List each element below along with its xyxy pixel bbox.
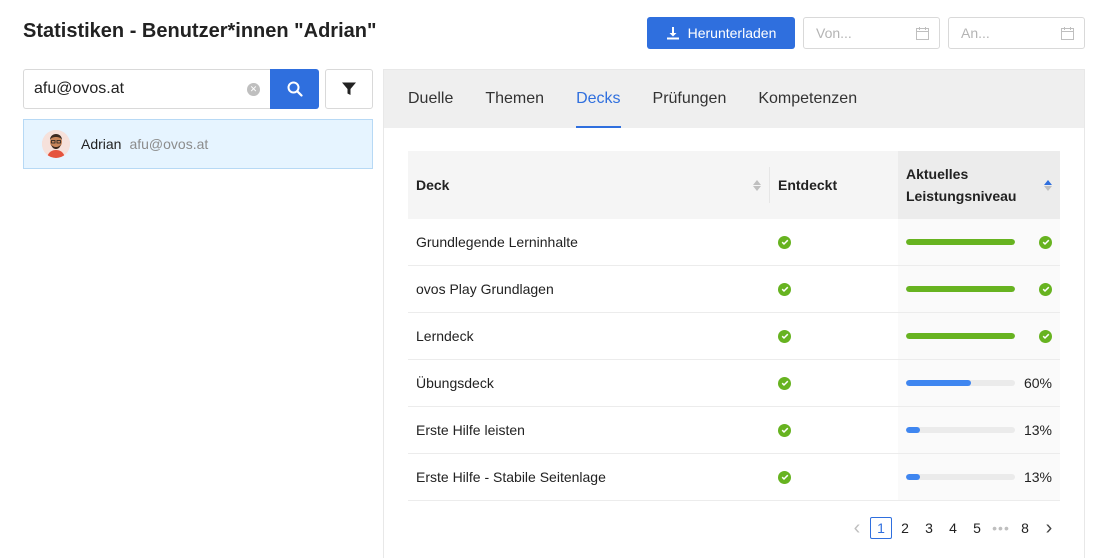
progress-bar — [906, 286, 1015, 292]
tab-themen[interactable]: Themen — [485, 70, 544, 128]
pagination: ‹ 1 2 3 4 5 ••• 8 › — [846, 517, 1060, 539]
date-to-input[interactable]: An... — [948, 17, 1085, 49]
search-icon — [287, 81, 303, 97]
check-circle-icon — [778, 470, 791, 484]
progress-bar — [906, 427, 1015, 433]
date-from-input[interactable]: Von... — [803, 17, 940, 49]
check-circle-icon — [778, 329, 791, 343]
level-cell: 13% — [898, 407, 1060, 453]
entdeckt-cell — [769, 219, 898, 265]
column-header-level-label: Aktuelles Leistungsniveau — [906, 166, 1017, 204]
table-row: Übungsdeck 60% — [408, 360, 1060, 407]
column-header-level[interactable]: Aktuelles Leistungsniveau — [898, 151, 1060, 219]
tab-kompetenzen[interactable]: Kompetenzen — [758, 70, 857, 128]
table-row: Lerndeck — [408, 313, 1060, 360]
tab-duelle[interactable]: Duelle — [408, 70, 453, 128]
column-header-deck[interactable]: Deck — [408, 151, 769, 219]
date-from-placeholder: Von... — [816, 25, 852, 41]
entdeckt-cell — [769, 407, 898, 453]
download-label: Herunterladen — [687, 25, 777, 41]
level-cell — [898, 266, 1060, 312]
pagination-prev-icon[interactable]: ‹ — [846, 517, 868, 539]
progress-fill — [906, 474, 921, 480]
table-row: Grundlegende Lerninhalte — [408, 219, 1060, 266]
deck-name: ovos Play Grundlagen — [416, 281, 554, 297]
calendar-icon — [1061, 26, 1074, 40]
user-list-item[interactable]: Adrian afu@ovos.at — [23, 119, 373, 169]
avatar — [42, 130, 70, 158]
search-field: ✕ — [23, 69, 270, 109]
pagination-page[interactable]: 1 — [870, 517, 892, 539]
table-body: Grundlegende Lerninhalte ovos Play Grundl… — [408, 219, 1060, 501]
level-cell — [898, 219, 1060, 265]
check-circle-icon — [1023, 329, 1052, 343]
search-button[interactable] — [270, 69, 319, 109]
level-cell — [898, 313, 1060, 359]
search-input[interactable] — [34, 80, 234, 98]
pagination-next-icon[interactable]: › — [1038, 517, 1060, 539]
progress-fill — [906, 380, 972, 386]
check-circle-icon — [778, 376, 791, 390]
table-row: Erste Hilfe leisten 13% — [408, 407, 1060, 454]
check-circle-icon — [778, 423, 791, 437]
tab-bar: Duelle Themen Decks Prüfungen Kompetenze… — [384, 70, 1084, 128]
pagination-page[interactable]: 4 — [942, 517, 964, 539]
level-cell: 13% — [898, 454, 1060, 500]
sort-icon[interactable] — [753, 179, 761, 191]
table-row: ovos Play Grundlagen — [408, 266, 1060, 313]
progress-bar — [906, 474, 1015, 480]
progress-bar — [906, 333, 1015, 339]
sort-icon[interactable] — [1044, 179, 1052, 191]
entdeckt-cell — [769, 454, 898, 500]
pagination-page[interactable]: 5 — [966, 517, 988, 539]
filter-button[interactable] — [325, 69, 373, 109]
check-circle-icon — [1023, 235, 1052, 249]
statistics-panel: Duelle Themen Decks Prüfungen Kompetenze… — [383, 69, 1085, 558]
tab-pruefungen[interactable]: Prüfungen — [653, 70, 727, 128]
deck-name: Lerndeck — [416, 328, 474, 344]
entdeckt-cell — [769, 266, 898, 312]
pagination-ellipsis[interactable]: ••• — [990, 517, 1012, 539]
progress-label: 13% — [1023, 422, 1052, 438]
level-cell: 60% — [898, 360, 1060, 406]
clear-icon[interactable]: ✕ — [247, 82, 260, 96]
download-button[interactable]: Herunterladen — [647, 17, 795, 49]
column-header-entdeckt: Entdeckt — [769, 167, 898, 203]
deck-name: Grundlegende Lerninhalte — [416, 234, 578, 250]
page-title: Statistiken - Benutzer*innen "Adrian" — [23, 20, 377, 42]
progress-bar — [906, 380, 1015, 386]
deck-name: Erste Hilfe leisten — [416, 422, 525, 438]
progress-fill — [906, 239, 1015, 245]
progress-fill — [906, 427, 921, 433]
progress-label: 60% — [1023, 375, 1052, 391]
deck-name: Übungsdeck — [416, 375, 494, 391]
pagination-page[interactable]: 3 — [918, 517, 940, 539]
progress-label: 13% — [1023, 469, 1052, 485]
download-icon — [666, 27, 679, 40]
pagination-page[interactable]: 2 — [894, 517, 916, 539]
user-name: Adrian — [81, 136, 122, 152]
column-header-deck-label: Deck — [416, 177, 450, 193]
progress-fill — [906, 333, 1015, 339]
user-email: afu@ovos.at — [129, 136, 209, 152]
pagination-page[interactable]: 8 — [1014, 517, 1036, 539]
decks-table: Deck Entdeckt Aktuelles Leistungsniveau … — [408, 151, 1060, 501]
progress-fill — [906, 286, 1015, 292]
column-header-entdeckt-label: Entdeckt — [778, 177, 838, 193]
check-circle-icon — [778, 282, 791, 296]
entdeckt-cell — [769, 360, 898, 406]
table-header: Deck Entdeckt Aktuelles Leistungsniveau — [408, 151, 1060, 219]
tab-decks[interactable]: Decks — [576, 70, 621, 128]
progress-bar — [906, 239, 1015, 245]
entdeckt-cell — [769, 313, 898, 359]
table-row: Erste Hilfe - Stabile Seitenlage 13% — [408, 454, 1060, 501]
filter-icon — [342, 82, 356, 95]
check-circle-icon — [778, 235, 791, 249]
check-circle-icon — [1023, 282, 1052, 296]
calendar-icon — [916, 26, 929, 40]
date-to-placeholder: An... — [961, 25, 990, 41]
deck-name: Erste Hilfe - Stabile Seitenlage — [416, 469, 606, 485]
